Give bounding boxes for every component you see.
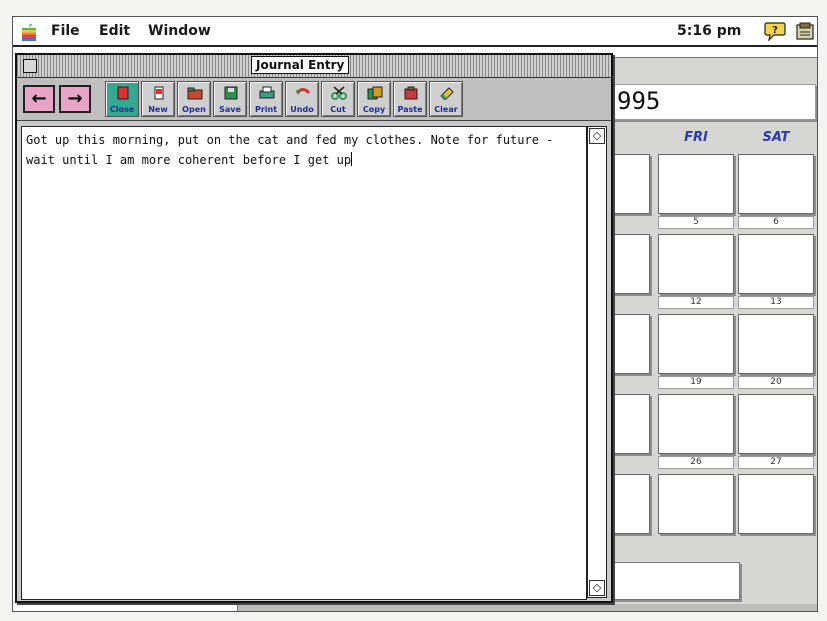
calendar-day-number: 19: [658, 376, 734, 389]
calendar-day-number: 27: [738, 456, 814, 469]
toolbar-button-label: Open: [182, 105, 206, 114]
forward-button[interactable]: →: [59, 85, 91, 113]
journal-text-area[interactable]: Got up this morning, put on the cat and …: [21, 126, 587, 600]
copy-button[interactable]: Copy: [357, 81, 391, 117]
calendar-day-cell[interactable]: [738, 234, 814, 294]
application-menu-icon[interactable]: [796, 22, 814, 40]
toolbar-button-label: New: [148, 105, 168, 114]
toolbar-button-label: Paste: [397, 105, 423, 114]
toolbar-button-label: Cut: [330, 105, 346, 114]
calendar-day-cell[interactable]: [610, 154, 650, 214]
cut-button[interactable]: Cut: [321, 81, 355, 117]
calendar-day-cell[interactable]: [658, 154, 734, 214]
calendar-bottom-strip: [238, 604, 817, 611]
calendar-day-cell[interactable]: [738, 154, 814, 214]
journal-entry-content: Got up this morning, put on the cat and …: [26, 133, 554, 167]
undo-button[interactable]: Undo: [285, 81, 319, 117]
calendar-day-cell[interactable]: [658, 234, 734, 294]
calendar-day-number: 5: [658, 216, 734, 229]
open-folder-icon: [187, 87, 203, 100]
text-insertion-cursor: [351, 152, 353, 166]
save-disk-icon: [224, 86, 238, 100]
desktop-screen: File Edit Window 5:16 pm ? 995 FRI SAT 5: [12, 16, 818, 612]
window-close-box[interactable]: [23, 59, 37, 73]
calendar-day-number: 13: [738, 296, 814, 309]
calendar-day-number: 6: [738, 216, 814, 229]
menu-clock[interactable]: 5:16 pm: [677, 23, 741, 39]
back-button[interactable]: ←: [23, 85, 55, 113]
paste-icon: [404, 86, 418, 100]
day-header-fri: FRI: [684, 130, 708, 145]
copy-icon: [367, 86, 383, 100]
scroll-up-arrow-icon[interactable]: ◇: [589, 128, 605, 144]
calendar-day-cell[interactable]: [610, 314, 650, 374]
paste-button[interactable]: Paste: [393, 81, 427, 117]
day-header-sat: SAT: [762, 130, 790, 145]
clear-button[interactable]: Clear: [429, 81, 463, 117]
close-button[interactable]: Close: [105, 81, 139, 117]
svg-text:?: ?: [772, 25, 778, 36]
toolbar-button-label: Print: [254, 105, 278, 114]
new-page-icon: [154, 86, 164, 100]
arrow-left-icon: ←: [31, 88, 47, 109]
calendar-year-text: 995: [617, 87, 661, 115]
scissors-icon: [331, 86, 347, 100]
calendar-day-cell[interactable]: [658, 394, 734, 454]
new-button[interactable]: New: [141, 81, 175, 117]
window-title-bar[interactable]: Journal Entry: [17, 55, 611, 78]
menu-window[interactable]: Window: [148, 23, 211, 39]
toolbar-button-label: Clear: [434, 105, 458, 114]
calendar-day-cell[interactable]: [610, 234, 650, 294]
scroll-down-arrow-icon[interactable]: ◇: [589, 580, 605, 596]
calendar-day-cell[interactable]: [658, 314, 734, 374]
apple-logo-icon[interactable]: [21, 23, 37, 41]
calendar-day-cell[interactable]: [610, 474, 650, 534]
save-button[interactable]: Save: [213, 81, 247, 117]
calendar-day-number: 20: [738, 376, 814, 389]
calendar-day-cell[interactable]: [738, 394, 814, 454]
journal-entry-text[interactable]: Got up this morning, put on the cat and …: [26, 130, 578, 170]
calendar-day-cell[interactable]: [610, 394, 650, 454]
menu-bar: File Edit Window 5:16 pm ?: [13, 17, 817, 47]
calendar-day-number: 26: [658, 456, 734, 469]
calendar-month-year-box: 995: [608, 84, 816, 120]
eraser-icon: [440, 87, 454, 100]
toolbar-button-label: Copy: [362, 105, 386, 114]
balloon-help-icon[interactable]: ?: [764, 21, 786, 41]
journal-entry-window[interactable]: Journal Entry ← → Close New Open Save Pr…: [15, 53, 613, 603]
vertical-scrollbar[interactable]: ◇ ◇: [587, 126, 607, 598]
open-button[interactable]: Open: [177, 81, 211, 117]
arrow-right-icon: →: [67, 88, 83, 109]
printer-icon: [259, 86, 275, 99]
toolbar-button-label: Close: [109, 105, 135, 114]
calendar-day-cell[interactable]: [658, 474, 734, 534]
toolbar-button-label: Save: [219, 105, 241, 114]
journal-toolbar: ← → Close New Open Save Print Undo Cut C…: [17, 78, 611, 121]
calendar-day-cell[interactable]: [738, 474, 814, 534]
calendar-day-cell[interactable]: [738, 314, 814, 374]
close-book-icon: [117, 86, 129, 100]
window-title: Journal Entry: [251, 56, 350, 74]
menu-file[interactable]: File: [51, 23, 80, 39]
toolbar-button-label: Undo: [290, 105, 314, 114]
calendar-day-number: 12: [658, 296, 734, 309]
menu-edit[interactable]: Edit: [99, 23, 130, 39]
undo-icon: [295, 88, 311, 95]
print-button[interactable]: Print: [249, 81, 283, 117]
calendar-notes-field[interactable]: [608, 562, 740, 600]
